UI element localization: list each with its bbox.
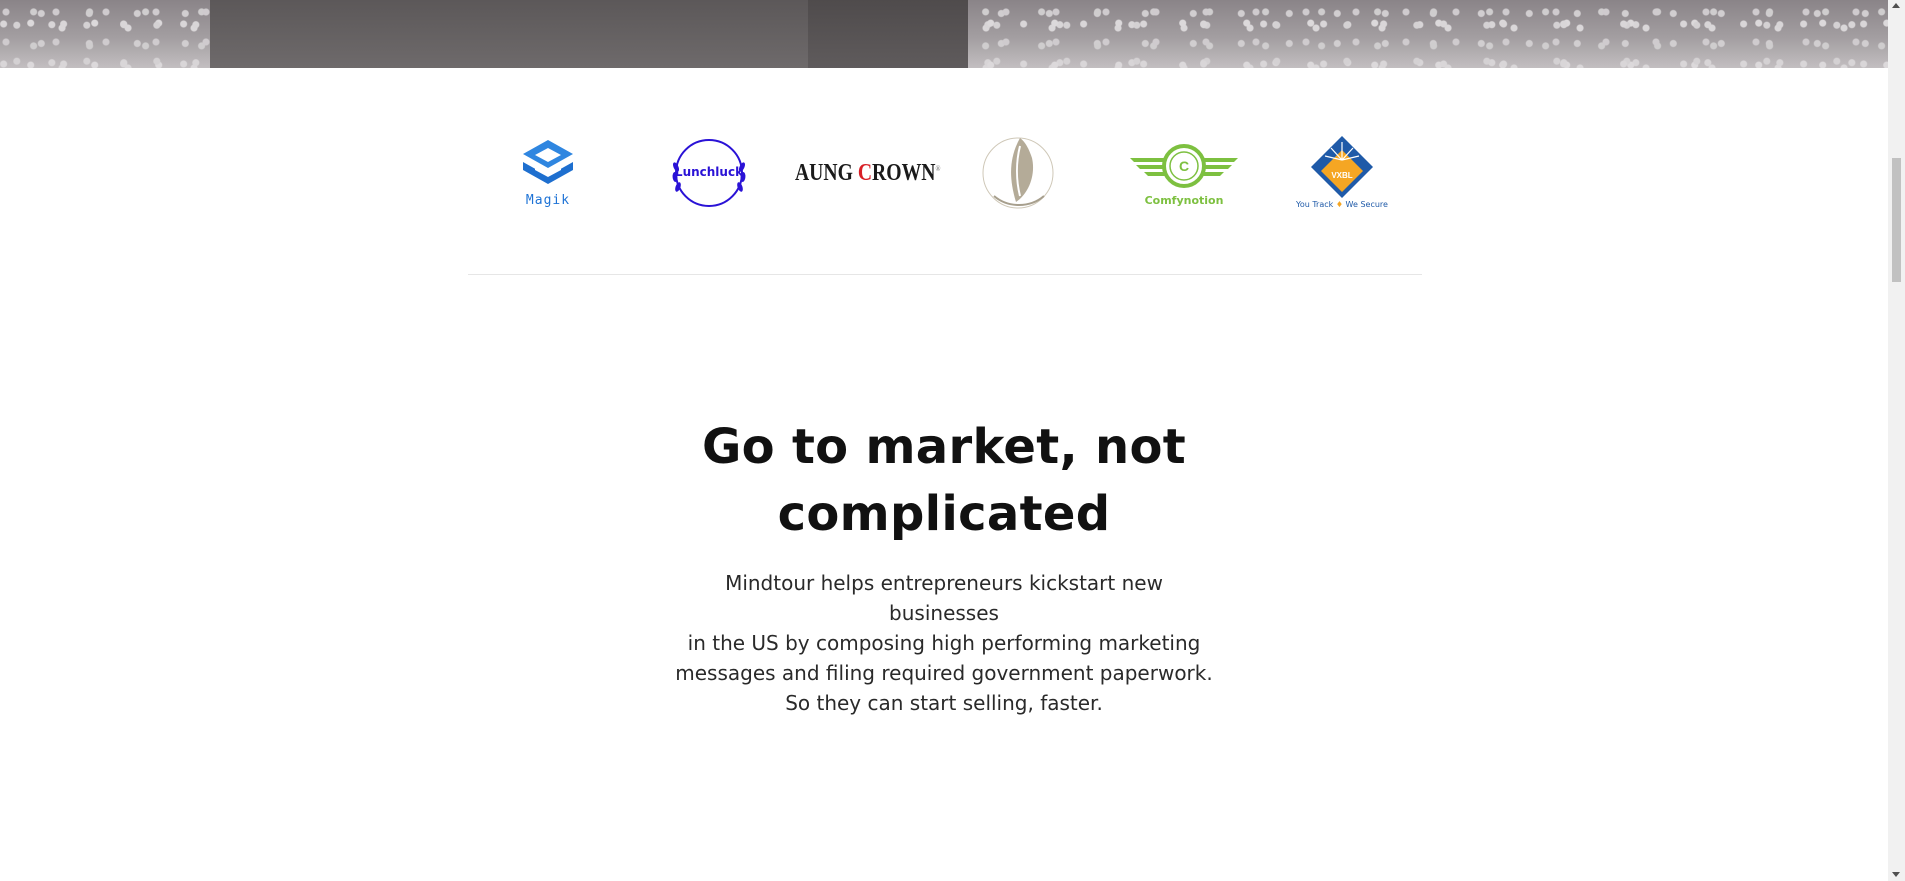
winged-badge-icon: C	[1130, 144, 1238, 188]
scroll-up-arrow-icon[interactable]	[1892, 3, 1900, 8]
magik-wordmark: Magik	[525, 193, 571, 208]
hero-image-panel-dark	[808, 0, 968, 68]
hero-image-panel	[210, 0, 808, 68]
lunchluck-wordmark: Lunchluck	[674, 165, 744, 179]
sailboat-icon	[982, 137, 1054, 209]
magik-logo-icon	[523, 140, 573, 184]
logo-comfynotion: C Comfynotion	[1124, 128, 1244, 218]
svg-text:C: C	[1179, 158, 1189, 174]
logo-aung-crown: AUNG CROWN®	[795, 128, 941, 218]
hero-image	[0, 0, 1888, 68]
aung-crown-wordmark: AUNG CROWN®	[795, 159, 941, 186]
comfynotion-wordmark: Comfynotion	[1144, 194, 1224, 207]
scroll-down-arrow-icon[interactable]	[1892, 872, 1900, 877]
logo-vxbl: VXBL You Track ♦ We Secure	[1292, 128, 1392, 218]
client-logos: Magik Lunchluck AUNG CROWN® C Comfynotio…	[468, 128, 1422, 218]
logo-alice-carpentry	[978, 128, 1058, 218]
svg-text:VXBL: VXBL	[1331, 171, 1352, 180]
vxbl-tagline: You Track ♦ We Secure	[1296, 200, 1388, 209]
logo-lunchluck: Lunchluck	[664, 128, 754, 218]
page: Magik Lunchluck AUNG CROWN® C Comfynotio…	[0, 0, 1888, 881]
section-description: Mindtour helps entrepreneurs kickstart n…	[675, 571, 1213, 715]
scrollbar-thumb[interactable]	[1892, 158, 1901, 282]
vxbl-diamond-icon: VXBL	[1311, 136, 1373, 198]
vertical-scrollbar[interactable]	[1888, 0, 1905, 881]
section-headline: Go to market, not complicated	[701, 419, 1187, 542]
section-divider	[468, 274, 1422, 275]
logo-magik: Magik	[508, 128, 588, 218]
